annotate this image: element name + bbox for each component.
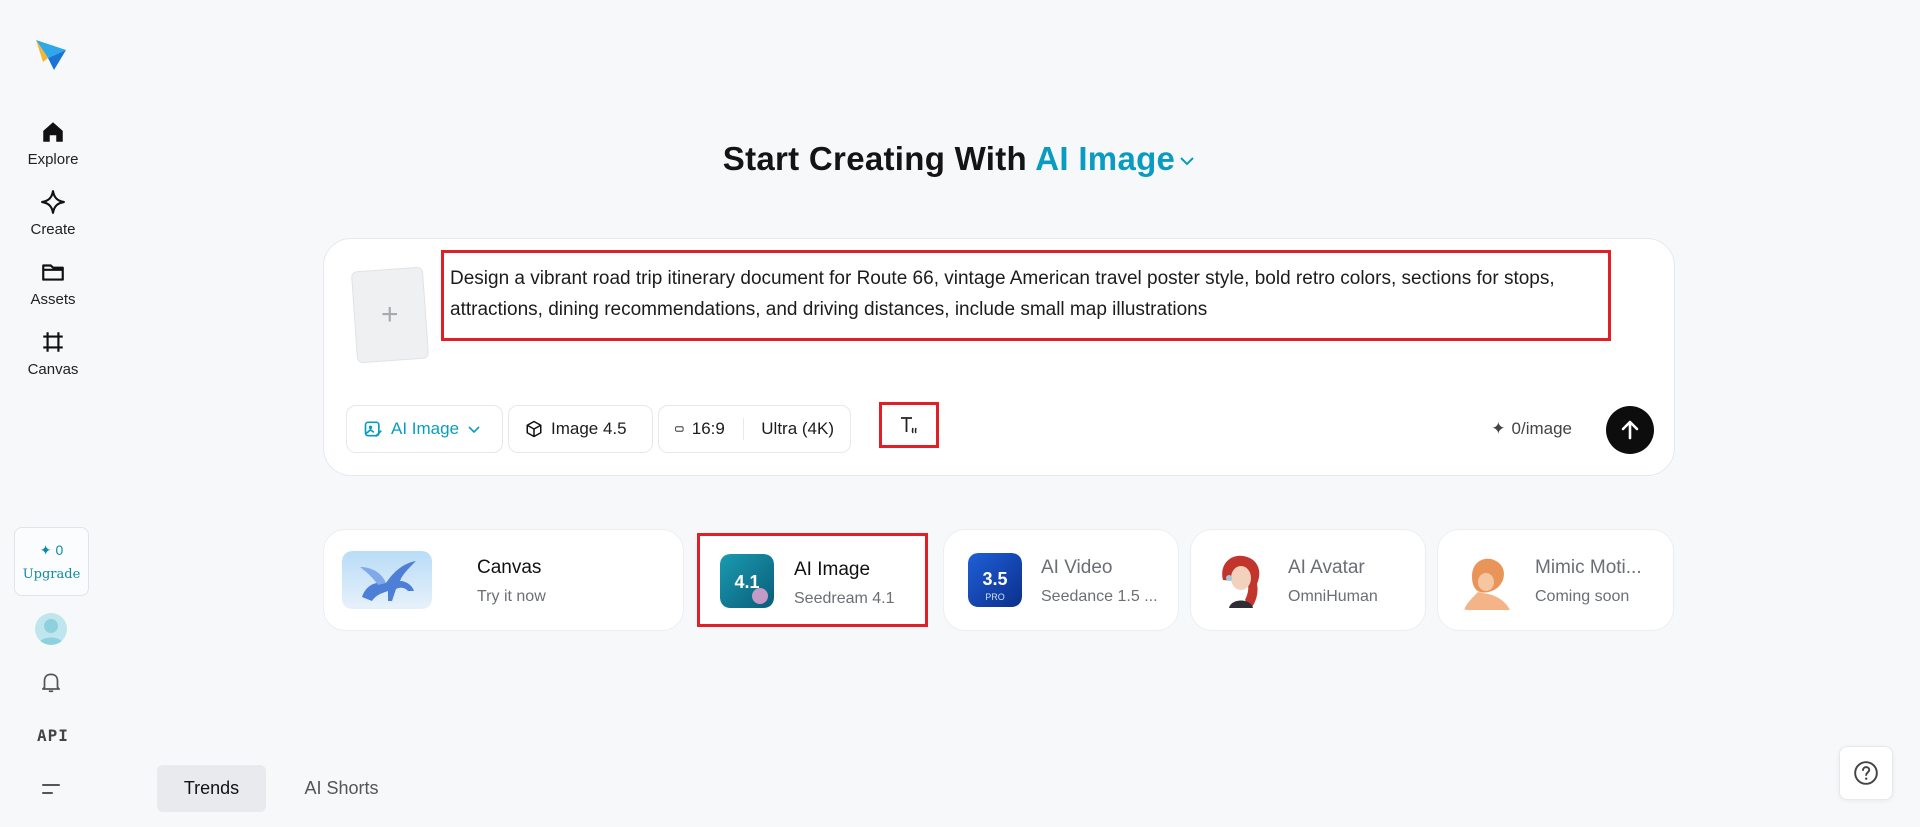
ai-video-badge-sub: PRO	[985, 592, 1005, 602]
tool-card-subtitle: OmniHuman	[1288, 588, 1378, 605]
tool-card-subtitle: Seedance 1.5 ...	[1041, 588, 1158, 605]
sidebar-item-assets[interactable]: Assets	[0, 258, 106, 318]
ai-avatar-thumbnail	[1211, 550, 1269, 610]
cube-icon	[526, 420, 542, 438]
plus-icon: +	[381, 298, 399, 331]
tab-ai-shorts[interactable]: AI Shorts	[284, 765, 399, 812]
prompt-input[interactable]: Design a vibrant road trip itinerary doc…	[441, 250, 1611, 341]
send-button[interactable]	[1606, 406, 1654, 454]
folder-icon	[39, 258, 67, 286]
tool-card-title: Mimic Moti...	[1535, 557, 1642, 578]
ai-image-thumbnail: 4.1	[720, 554, 774, 608]
frame-icon	[39, 328, 67, 356]
chevron-down-icon	[468, 426, 480, 434]
tool-card-subtitle: Try it now	[477, 588, 546, 605]
question-circle-icon	[1854, 761, 1878, 785]
cost-indicator: ✦ 0/image	[1491, 419, 1572, 439]
credits-value: 0	[55, 542, 64, 558]
mode-dropdown[interactable]: AI Image	[346, 405, 503, 453]
tool-card-title: AI Image	[794, 559, 871, 580]
tool-card-mimic-motion[interactable]: Mimic Moti... Coming soon	[1437, 529, 1674, 631]
upgrade-button[interactable]: ✦ 0 Upgrade	[14, 527, 89, 596]
tool-card-canvas[interactable]: Canvas Try it now	[323, 529, 684, 631]
sidebar-item-canvas[interactable]: Canvas	[0, 328, 106, 388]
tool-card-title: AI Video	[1041, 557, 1113, 578]
sparkle-icon: ✦	[39, 541, 52, 558]
avatar[interactable]	[35, 613, 67, 645]
mode-selector-label: AI Image	[1035, 140, 1176, 177]
aspect-ratio-icon	[675, 426, 684, 432]
ai-video-thumbnail: 3.5 PRO	[968, 553, 1022, 607]
text-style-button[interactable]	[879, 402, 939, 448]
image-edit-icon	[364, 421, 382, 438]
tool-card-ai-video[interactable]: 3.5 PRO AI Video Seedance 1.5 ...	[943, 529, 1179, 631]
bell-icon[interactable]	[38, 669, 64, 695]
sidebar-item-label: Assets	[30, 291, 76, 308]
page-title-prefix: Start Creating With	[722, 140, 1028, 177]
tool-card-ai-avatar[interactable]: AI Avatar OmniHuman	[1190, 529, 1426, 631]
arrow-up-icon	[1621, 420, 1639, 440]
cost-label: 0/image	[1511, 419, 1572, 438]
ai-video-badge: 3.5	[982, 569, 1007, 589]
prompt-box: + Design a vibrant road trip itinerary d…	[323, 238, 1675, 476]
help-button[interactable]	[1839, 746, 1893, 800]
quality-label: Ultra (4K)	[761, 419, 834, 438]
mode-selector-link[interactable]: AI Image	[1035, 140, 1197, 177]
diamond-sparkle-icon	[39, 188, 67, 216]
tab-trends[interactable]: Trends	[157, 765, 266, 812]
sidebar-item-label: Canvas	[27, 361, 79, 378]
tool-card-ai-image[interactable]: 4.1 AI Image Seedream 4.1	[697, 533, 928, 627]
sidebar: Explore Create Assets Canvas ✦ 0 Upgrade	[0, 0, 106, 827]
tool-card-title: AI Avatar	[1288, 557, 1365, 578]
text-format-icon	[901, 417, 917, 434]
credits-counter: ✦ 0	[40, 542, 64, 559]
upload-reference-button[interactable]: +	[350, 266, 430, 364]
pegasus-thumbnail	[342, 551, 432, 609]
menu-icon[interactable]	[40, 778, 62, 800]
app-logo-icon[interactable]	[34, 36, 68, 72]
page-title: Start Creating With AI Image	[0, 140, 1920, 178]
tool-card-subtitle: Seedream 4.1	[794, 590, 895, 607]
aspect-ratio-label: 16:9	[691, 419, 725, 438]
model-selector-label: Image 4.5	[551, 419, 627, 438]
sidebar-item-label: Create	[30, 221, 76, 238]
sparkle-icon: ✦	[1491, 419, 1506, 438]
tool-card-subtitle: Coming soon	[1535, 588, 1630, 605]
mimic-motion-thumbnail	[1458, 550, 1518, 610]
chevron-down-icon	[1180, 157, 1194, 166]
mode-dropdown-label: AI Image	[391, 419, 460, 438]
model-selector[interactable]: Image 4.5	[508, 405, 653, 453]
api-link[interactable]: API	[37, 726, 69, 745]
upgrade-label: Upgrade	[22, 566, 81, 582]
output-settings-button[interactable]: 16:9 Ultra (4K)	[658, 405, 851, 453]
sidebar-item-create[interactable]: Create	[0, 188, 106, 248]
ai-image-badge: 4.1	[734, 572, 759, 592]
tool-card-title: Canvas	[477, 557, 542, 578]
